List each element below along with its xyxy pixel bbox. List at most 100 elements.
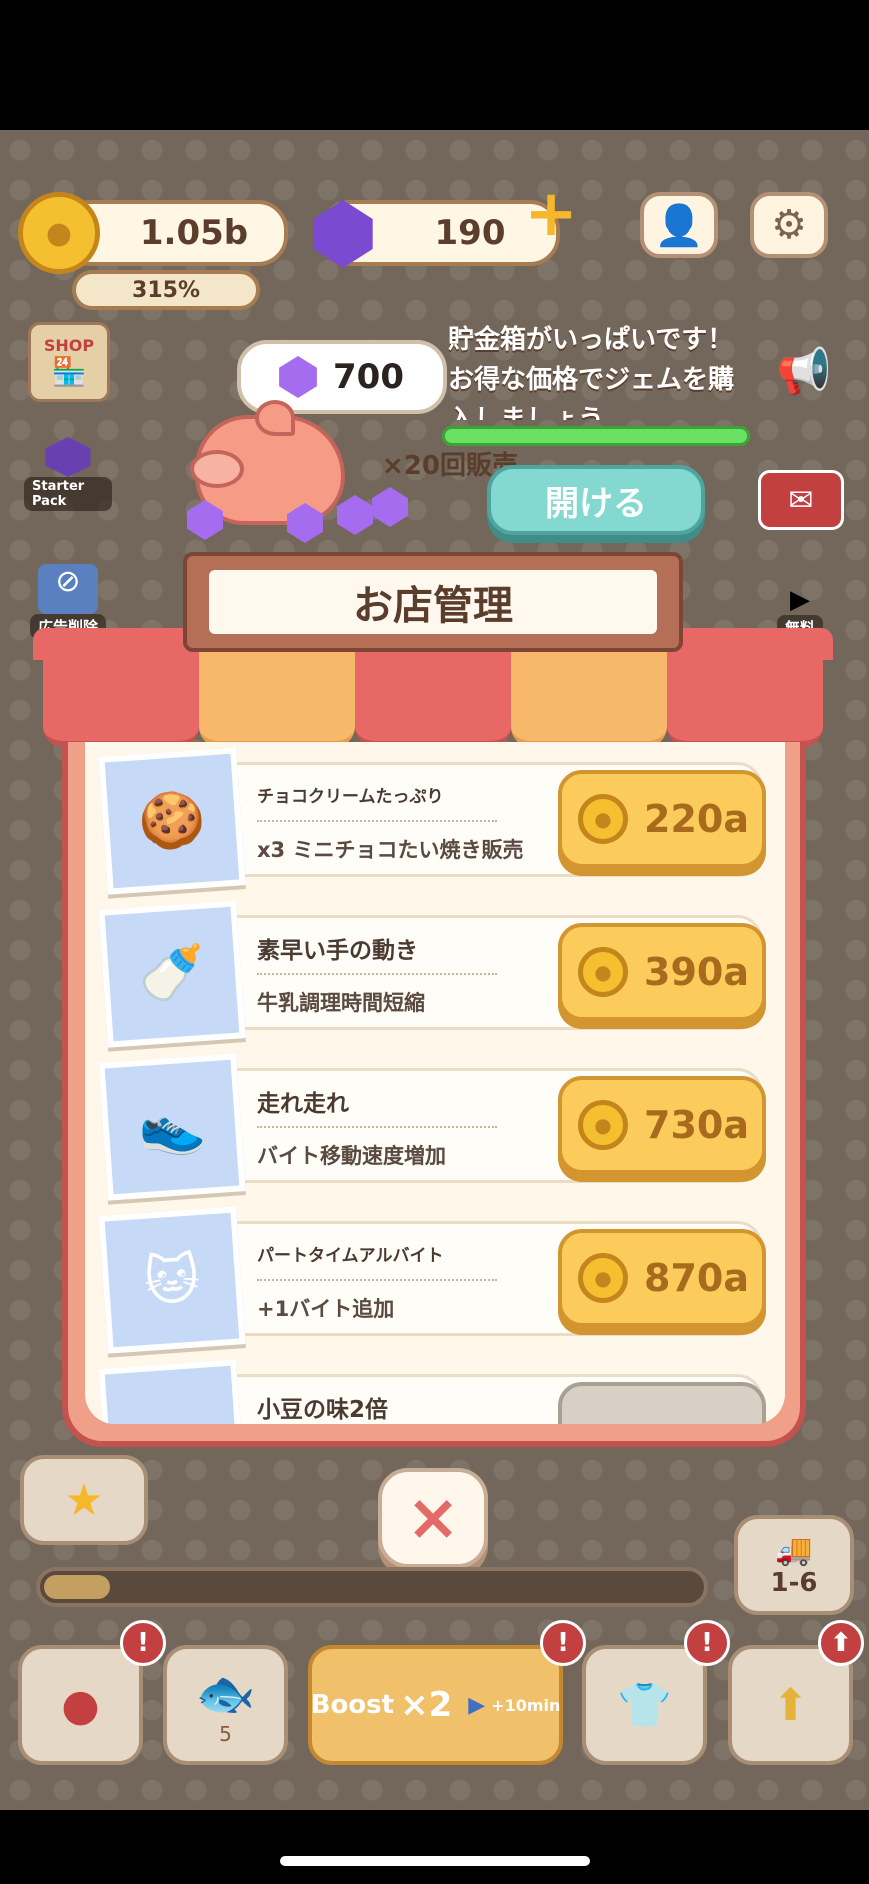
buy-upgrade-button[interactable]: ● 390a	[558, 923, 766, 1021]
level-progress-fill	[44, 1575, 110, 1599]
starter-pack-button[interactable]: Starter Pack	[24, 432, 112, 516]
add-friend-button[interactable]: 👤	[640, 192, 718, 258]
coin-icon: ●	[18, 192, 100, 274]
buy-upgrade-button[interactable]: ● 220a	[558, 770, 766, 868]
gear-icon: ⚙	[771, 202, 807, 248]
no-ads-icon: ⊘	[38, 563, 98, 614]
upgrade-title: 走れ走れ	[257, 1091, 349, 1117]
upgrade-desc: x3 ミニチョコたい焼き販売	[257, 838, 524, 862]
bean-icon	[98, 1359, 246, 1424]
modal-title-sign: お店管理	[183, 552, 683, 652]
red-sneaker-icon: 👟	[98, 1053, 246, 1201]
modal-title: お店管理	[209, 570, 657, 634]
alert-badge: ⬆	[818, 1620, 864, 1666]
upgrade-title: 素早い手の動き	[257, 938, 418, 964]
upgrade-desc: 牛乳調理時間短縮	[257, 991, 425, 1015]
upgrade-desc: バイト移動速度増加	[257, 1144, 446, 1168]
buy-upgrade-button[interactable]	[558, 1382, 766, 1424]
upgrade-price: 390a	[644, 950, 749, 994]
buy-upgrade-button[interactable]: ● 730a	[558, 1076, 766, 1174]
envelope-icon: ✉	[788, 482, 814, 518]
shirt-icon: 👕	[617, 1680, 672, 1731]
alert-badge: !	[684, 1620, 730, 1666]
star-icon: ★	[64, 1474, 104, 1526]
taiyaki-count: 5	[219, 1721, 232, 1746]
buy-upgrade-button[interactable]: ● 870a	[558, 1229, 766, 1327]
piggy-gem-amount: 700	[333, 357, 404, 397]
taiyaki-icon: 🐟	[195, 1665, 256, 1722]
awning-stripe	[511, 652, 667, 747]
piggy-progress-bar	[442, 426, 750, 446]
cat-worker-icon: 🐱	[98, 1206, 246, 1354]
divider	[257, 973, 497, 975]
piggy-full-notice: 貯金箱がいっぱいです！お得な価格でジェムを購入しましょう	[448, 325, 735, 420]
favorites-button[interactable]: ★	[20, 1455, 148, 1545]
piggy-bank[interactable]	[187, 395, 408, 543]
upgrade-price: 730a	[644, 1103, 749, 1147]
truck-icon: 🚚	[775, 1532, 813, 1568]
coin-icon: ●	[578, 1100, 628, 1150]
income-rate-value: 315%	[132, 277, 200, 303]
home-indicator-area	[0, 1810, 869, 1884]
taiyaki-button[interactable]: 🐟 5	[163, 1645, 288, 1765]
open-piggy-button[interactable]: 開ける	[487, 465, 705, 535]
pig-snout	[190, 450, 244, 488]
upgrade-item: 小豆の味2倍	[98, 1359, 766, 1424]
boost-label: Boost	[310, 1690, 395, 1720]
home-indicator[interactable]	[280, 1856, 590, 1866]
shop-label: SHOP	[43, 336, 95, 355]
upgrade-item: 🍪 チョコクリームたっぷり x3 ミニチョコたい焼き販売 ● 220a	[98, 747, 766, 895]
income-rate-pill[interactable]: 315%	[72, 270, 260, 310]
awning-stripe	[199, 652, 355, 747]
add-friend-icon: 👤	[654, 202, 704, 249]
starter-pack-icon	[45, 437, 91, 477]
boost-time: +10min	[491, 1695, 561, 1715]
coin-icon: ●	[578, 1253, 628, 1303]
coin-icon: ●	[578, 794, 628, 844]
coin-count: 1.05b	[139, 213, 249, 253]
mail-button[interactable]: ✉	[758, 470, 844, 530]
upgrade-title: 小豆の味2倍	[257, 1397, 389, 1423]
stage-button[interactable]: 🚚 1-6	[734, 1515, 854, 1615]
yarn-icon: ●	[61, 1679, 100, 1731]
upgrade-price: 870a	[644, 1256, 749, 1300]
open-piggy-label: 開ける	[545, 483, 647, 524]
milk-bottle-clock-icon: 🍼	[98, 900, 246, 1048]
coin-icon: ●	[578, 947, 628, 997]
divider	[257, 1279, 497, 1281]
shop-button[interactable]: SHOP 🏪	[28, 322, 110, 402]
boost-multiplier: ×2	[400, 1685, 453, 1725]
add-gems-button[interactable]: +	[522, 182, 580, 246]
close-modal-button[interactable]: ×	[378, 1468, 488, 1568]
upgrade-price: 220a	[644, 797, 749, 841]
alert-badge: !	[120, 1620, 166, 1666]
awning-stripe	[43, 652, 199, 747]
alert-badge: !	[540, 1620, 586, 1666]
video-icon: ▶	[790, 584, 810, 615]
upgrade-title: チョコクリームたっぷり	[257, 787, 444, 807]
gem-icon	[279, 356, 317, 398]
awning-stripe	[667, 652, 823, 747]
awning-stripe	[355, 652, 511, 747]
up-arrow-icon: ⬆	[772, 1679, 809, 1731]
gem-count: 190	[434, 213, 506, 253]
stage-label: 1-6	[770, 1567, 818, 1598]
upgrade-desc: +1バイト追加	[257, 1297, 395, 1321]
megaphone-icon: 📢	[776, 346, 832, 397]
settings-button[interactable]: ⚙	[750, 192, 828, 258]
announcement-button[interactable]: 📢	[766, 335, 842, 407]
upgrade-item: 🐱 パートタイムアルバイト +1バイト追加 ● 870a	[98, 1206, 766, 1354]
chocolate-taiyaki-icon: 🍪	[98, 747, 246, 895]
pig-ear	[255, 400, 295, 436]
boost-button[interactable]: Boost ×2 ▶ +10min	[308, 1645, 563, 1765]
starter-pack-label: Starter Pack	[24, 477, 112, 511]
divider	[257, 820, 497, 822]
yarn-button[interactable]: ●	[18, 1645, 143, 1765]
level-progress-bar	[36, 1567, 708, 1607]
upgrade-item: 🍼 素早い手の動き 牛乳調理時間短縮 ● 390a	[98, 900, 766, 1048]
upgrade-list[interactable]: 🍪 チョコクリームたっぷり x3 ミニチョコたい焼き販売 ● 220a 🍼 素早…	[85, 742, 785, 1424]
uniform-button[interactable]: 👕	[582, 1645, 707, 1765]
divider	[257, 1126, 497, 1128]
close-icon: ×	[406, 1481, 460, 1555]
upgrade-item: 👟 走れ走れ バイト移動速度増加 ● 730a	[98, 1053, 766, 1201]
